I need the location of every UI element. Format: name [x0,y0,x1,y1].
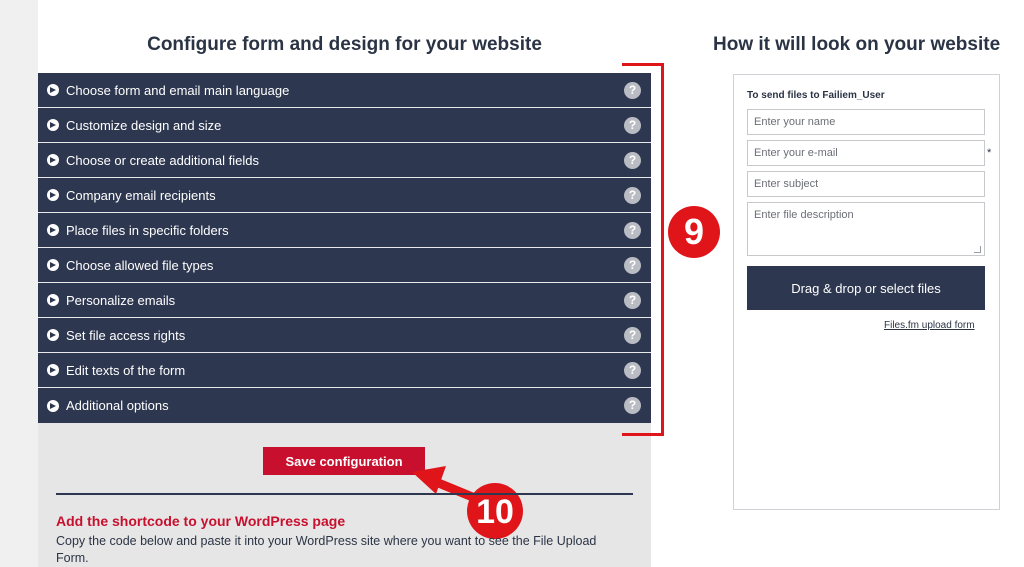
accordion-item-label: Personalize emails [66,292,176,308]
accordion-item-label: Choose form and email main language [66,82,290,98]
arrow-right-circle-icon [47,364,59,376]
annotation-bracket [622,63,664,436]
accordion-item-label: Place files in specific folders [66,222,229,238]
arrow-right-circle-icon [47,224,59,236]
annotation-badge-9: 9 [668,206,720,258]
save-configuration-button[interactable]: Save configuration [263,447,425,475]
accordion-item-access-rights[interactable]: Set file access rights ? [38,318,651,353]
email-input[interactable] [747,140,985,166]
accordion-item-language[interactable]: Choose form and email main language ? [38,73,651,108]
drag-drop-select-files-button[interactable]: Drag & drop or select files [747,266,985,310]
accordion-item-label: Edit texts of the form [66,362,186,378]
accordion-item-form-texts[interactable]: Edit texts of the form ? [38,353,651,388]
accordion-item-label: Choose or create additional fields [66,152,259,168]
preview-title: How it will look on your website [713,34,1001,55]
accordion-item-design[interactable]: Customize design and size ? [38,108,651,143]
accordion-item-fields[interactable]: Choose or create additional fields ? [38,143,651,178]
configure-title: Configure form and design for your websi… [147,34,542,55]
files-fm-upload-form-link[interactable]: Files.fm upload form [884,320,975,331]
description-textarea[interactable] [747,202,985,256]
shortcode-heading: Add the shortcode to your WordPress page [56,513,346,529]
shortcode-description: Copy the code below and paste it into yo… [56,534,597,565]
accordion-item-label: Additional options [66,398,169,413]
accordion-item-label: Choose allowed file types [66,257,214,273]
required-mark: * [987,147,992,159]
accordion-item-folders[interactable]: Place files in specific folders ? [38,213,651,248]
accordion-item-label: Company email recipients [66,187,216,203]
arrow-right-circle-icon [47,189,59,201]
name-input[interactable] [747,109,985,135]
accordion-item-recipients[interactable]: Company email recipients ? [38,178,651,213]
annotation-badge-10: 10 [467,483,523,539]
section-divider [56,493,633,495]
subject-input[interactable] [747,171,985,197]
arrow-right-circle-icon [47,119,59,131]
config-accordion: Choose form and email main language ? Cu… [38,73,651,423]
arrow-right-circle-icon [47,294,59,306]
arrow-right-circle-icon [47,399,59,412]
arrow-right-circle-icon [47,154,59,166]
send-to-label: To send files to Failiem_User [747,90,885,101]
arrow-right-circle-icon [47,259,59,271]
accordion-item-label: Customize design and size [66,117,222,133]
accordion-item-label: Set file access rights [66,327,186,343]
arrow-right-circle-icon [47,329,59,341]
accordion-item-file-types[interactable]: Choose allowed file types ? [38,248,651,283]
arrow-right-circle-icon [47,84,59,96]
accordion-item-emails[interactable]: Personalize emails ? [38,283,651,318]
accordion-item-additional[interactable]: Additional options ? [38,388,651,423]
resize-handle-icon[interactable] [974,246,981,253]
